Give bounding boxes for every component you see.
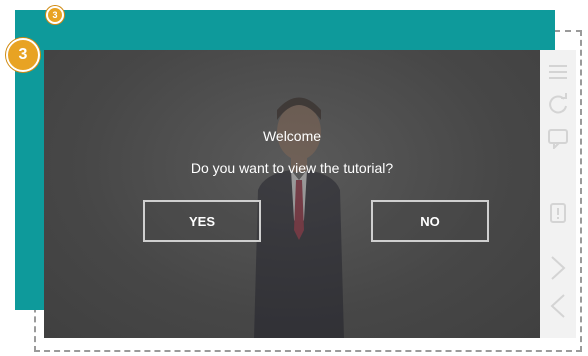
no-button[interactable]: NO — [371, 200, 489, 242]
step-badge-large-glyph: 3 — [18, 46, 28, 63]
hint-icon[interactable] — [544, 200, 572, 228]
no-button-label: NO — [420, 213, 440, 229]
dashed-outline-top — [554, 30, 582, 32]
step-badge-small-glyph: 3 — [52, 10, 58, 20]
next-icon[interactable] — [544, 254, 572, 282]
step-badge-small: 3 — [46, 6, 64, 24]
welcome-heading: Welcome — [262, 128, 322, 144]
side-toolbar — [540, 50, 576, 338]
step-badge-large: 3 — [6, 38, 40, 72]
tutorial-question: Do you want to view the tutorial? — [190, 160, 394, 176]
yes-button-label: YES — [188, 213, 215, 229]
back-icon[interactable] — [544, 292, 572, 320]
yes-button[interactable]: YES — [143, 200, 261, 242]
refresh-icon[interactable] — [544, 90, 572, 118]
menu-icon[interactable] — [544, 58, 572, 86]
chat-icon[interactable] — [544, 124, 572, 152]
main-screen: Welcome Do you want to view the tutorial… — [44, 50, 540, 338]
